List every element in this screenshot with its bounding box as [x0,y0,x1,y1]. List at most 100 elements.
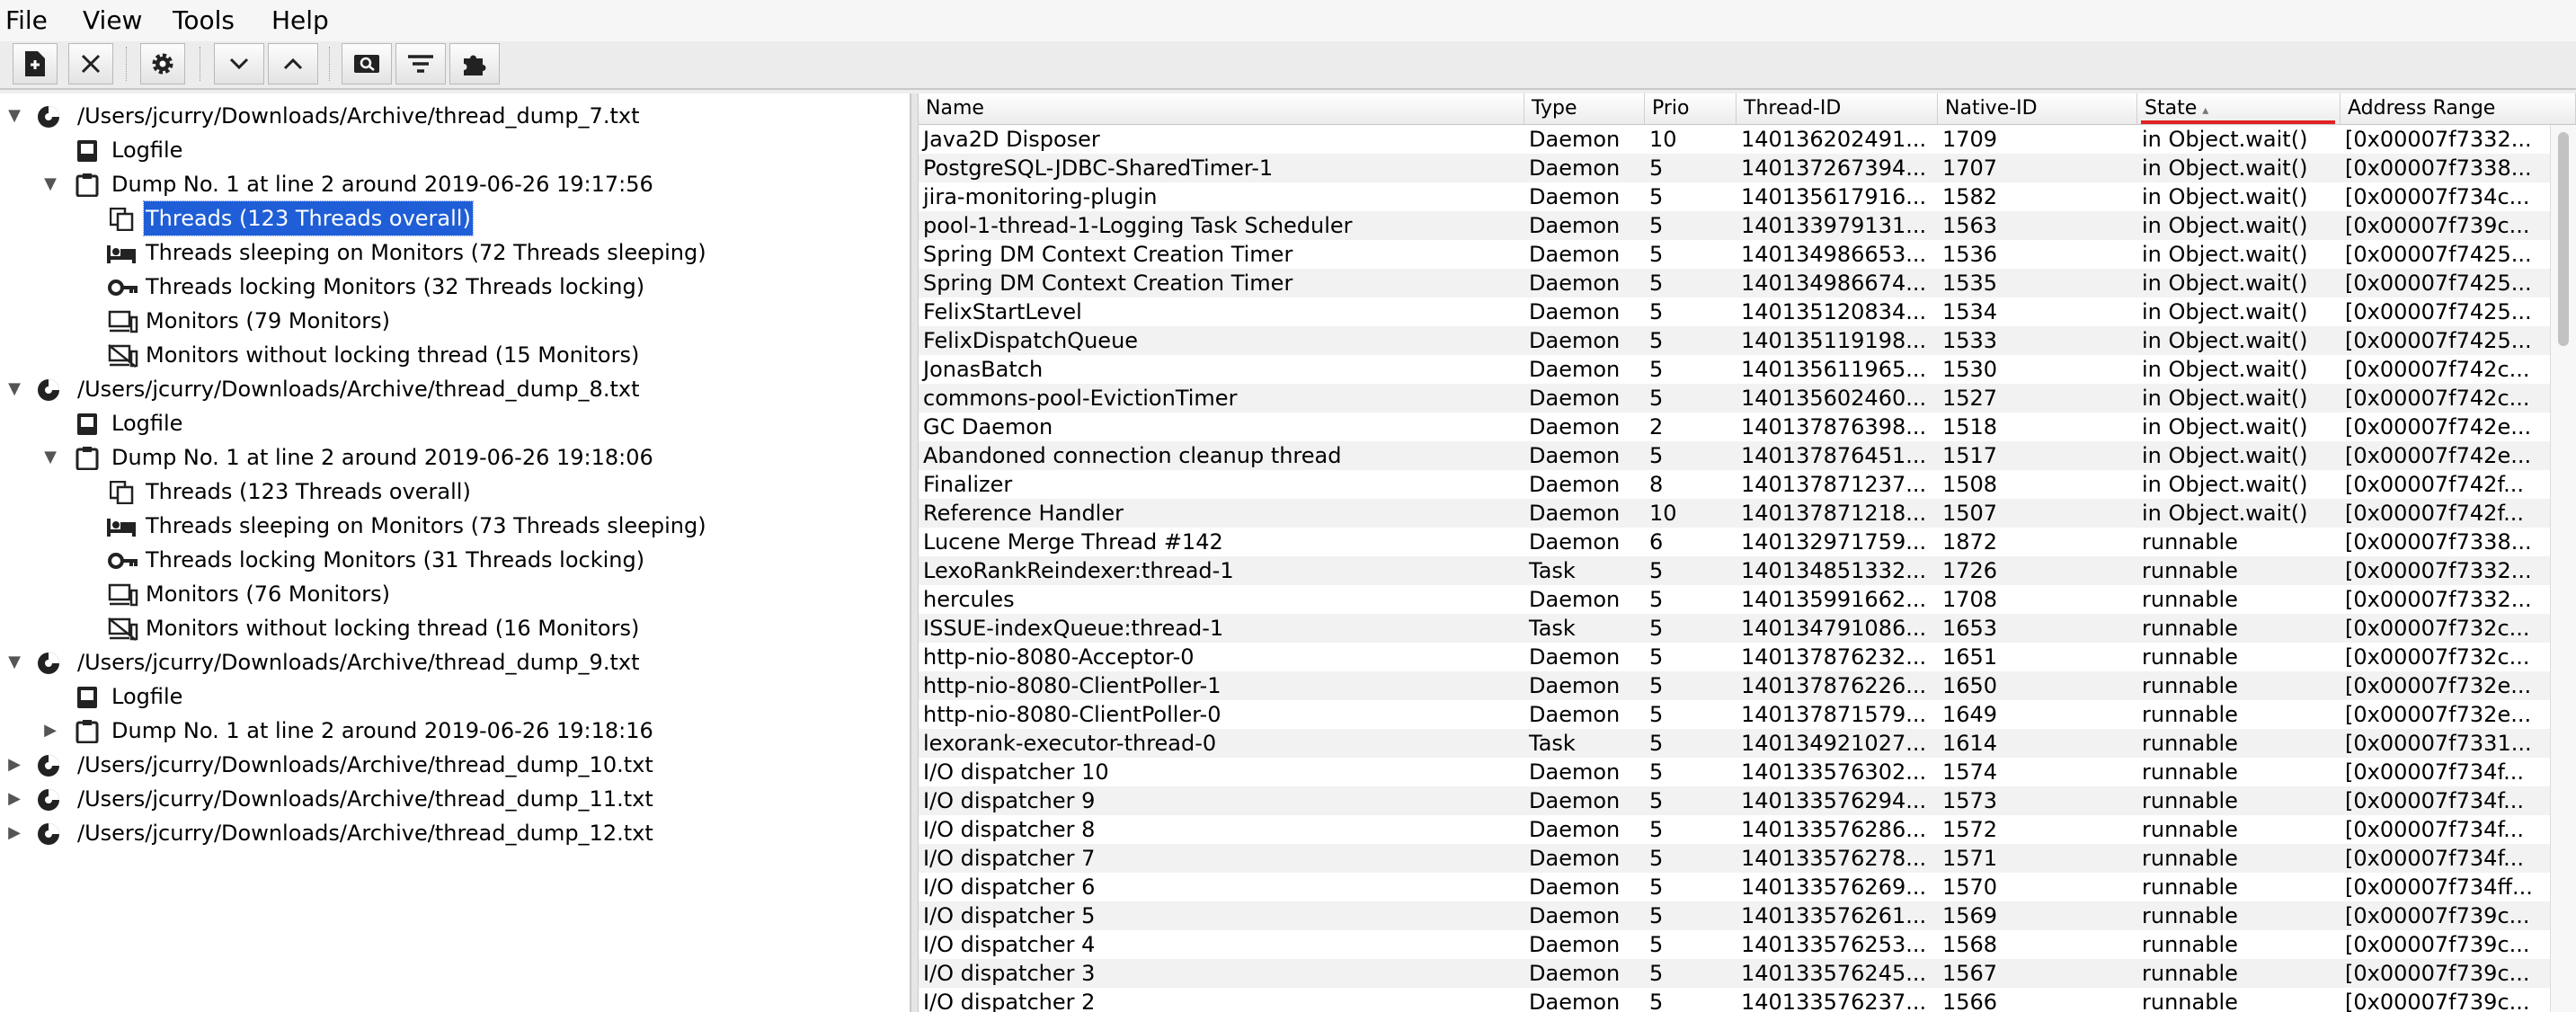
table-row[interactable]: I/O dispatcher 7 Daemon 5 140133576278... 15… [919,844,2550,873]
table-row[interactable]: I/O dispatcher 9 Daemon 5 140133576294... 15… [919,786,2550,815]
table-row[interactable]: http-nio-8080-ClientPoller-0 Daemon 5 14013… [919,700,2550,729]
scrollbar-thumb[interactable] [2558,132,2569,346]
table-row[interactable]: FelixDispatchQueue Daemon 5 140135119198...… [919,326,2550,355]
table-row[interactable]: http-nio-8080-ClientPoller-1 Daemon 5 14013… [919,671,2550,700]
expand-down-button[interactable] [214,43,264,84]
cell-address-range: [0x00007f7425... [2345,242,2532,267]
table-row[interactable]: Finalizer Daemon 8 140137871237... 1508 in Ob… [919,470,2550,499]
column-header-prio[interactable]: Prio [1645,93,1737,124]
table-row[interactable]: FelixStartLevel Daemon 5 140135120834... 153… [919,297,2550,326]
cell-state: in Object.wait() [2142,127,2308,152]
table-row[interactable]: I/O dispatcher 5 Daemon 5 140133576261... 15… [919,901,2550,930]
cell-prio: 5 [1649,271,1664,296]
menu-view[interactable]: View [83,5,142,35]
close-button[interactable] [68,43,113,84]
table-row[interactable]: Spring DM Context Creation Timer Daemon 5 1… [919,240,2550,269]
clipboard-icon [76,719,101,744]
split-pane-divider[interactable] [910,93,919,1012]
plugin-button[interactable] [449,43,500,84]
table-row[interactable]: Java2D Disposer Daemon 10 140136202491... 17… [919,125,2550,154]
cell-thread-id: 140134986674... [1741,271,1927,296]
tree-node-label: /Users/jcurry/Downloads/Archive/thread_d… [77,377,640,402]
monitor-crossed-icon [108,617,138,641]
cell-type: Daemon [1529,529,1621,555]
cell-type: Task [1529,616,1576,641]
table-row[interactable]: I/O dispatcher 8 Daemon 5 140133576286... 15… [919,815,2550,844]
table-row[interactable]: JonasBatch Daemon 5 140135611965... 1530 in O… [919,355,2550,384]
cell-name: I/O dispatcher 6 [923,874,1096,900]
table-row[interactable]: Lucene Merge Thread #142 Daemon 6 140132971… [919,528,2550,556]
table-row[interactable]: hercules Daemon 5 140135991662... 1708 runnab… [919,585,2550,614]
settings-button[interactable] [140,43,185,84]
table-row[interactable]: lexorank-executor-thread-0 Task 5 140134921… [919,729,2550,758]
cell-native-id: 1567 [1942,961,1998,986]
column-header-name[interactable]: Name [919,93,1524,124]
cell-thread-id: 140132971759... [1741,529,1927,555]
sort-ascending-icon: ▴ [2202,103,2209,118]
cell-thread-id: 140133576302... [1741,759,1927,785]
menu-help[interactable]: Help [271,5,329,35]
cell-name: I/O dispatcher 5 [923,903,1096,928]
dump-tree[interactable]: ▼ /Users/jcurry/Downloads/Archive/thread… [0,93,910,1012]
table-row[interactable]: I/O dispatcher 4 Daemon 5 140133576253... 15… [919,930,2550,959]
table-row[interactable]: pool-1-thread-1-Logging Task Scheduler Da… [919,211,2550,240]
expand-toggle[interactable]: ▶ [5,748,23,782]
cell-name: Java2D Disposer [923,127,1100,152]
expand-toggle[interactable]: ▶ [5,782,23,816]
menu-tools[interactable]: Tools [173,5,235,35]
table-row[interactable]: I/O dispatcher 2 Daemon 5 140133576237... 15… [919,988,2550,1012]
logfile-icon [76,685,101,708]
table-row[interactable]: Reference Handler Daemon 10 140137871218...… [919,499,2550,528]
table-row[interactable]: jira-monitoring-plugin Daemon 5 14013561791… [919,182,2550,211]
cell-thread-id: 140134986653... [1741,242,1927,267]
cell-address-range: [0x00007f742c... [2345,386,2530,411]
table-row[interactable]: GC Daemon Daemon 2 140137876398... 1518 in Ob… [919,413,2550,441]
expand-toggle[interactable]: ▼ [5,99,23,133]
expand-toggle[interactable]: ▶ [41,714,59,748]
column-header-state[interactable]: State ▴ [2137,93,2341,124]
bed-icon [106,514,136,537]
expand-toggle[interactable]: ▶ [5,816,23,850]
table-row[interactable]: PostgreSQL-JDBC-SharedTimer-1 Daemon 5 1401… [919,154,2550,182]
cell-name: pool-1-thread-1-Logging Task Scheduler [923,213,1353,238]
open-file-button[interactable] [13,43,58,84]
cell-thread-id: 140135120834... [1741,299,1927,324]
cell-state: runnable [2142,846,2238,871]
cell-thread-id: 140137876398... [1741,414,1927,439]
cell-state: in Object.wait() [2142,501,2308,526]
expand-toggle[interactable]: ▼ [5,372,23,406]
table-row[interactable]: I/O dispatcher 3 Daemon 5 140133576245... 15… [919,959,2550,988]
column-header-address-range[interactable]: Address Range [2341,93,2576,124]
collapse-up-button[interactable] [268,43,318,84]
column-header-type[interactable]: Type [1524,93,1645,124]
cell-thread-id: 140134851332... [1741,558,1927,583]
cell-state: runnable [2142,702,2238,727]
table-row[interactable]: http-nio-8080-Acceptor-0 Daemon 5 140137876… [919,643,2550,671]
table-row[interactable]: Abandoned connection cleanup thread Daemo… [919,441,2550,470]
sort-indicator [2141,120,2335,124]
table-row[interactable]: LexoRankReindexer:thread-1 Task 5 140134851… [919,556,2550,585]
cell-native-id: 1508 [1942,472,1998,497]
cell-type: Daemon [1529,357,1621,382]
table-row[interactable]: Spring DM Context Creation Timer Daemon 5 1… [919,269,2550,297]
cell-type: Daemon [1529,472,1621,497]
table-row[interactable]: commons-pool-EvictionTimer Daemon 5 1401356… [919,384,2550,413]
table-row[interactable]: I/O dispatcher 10 Daemon 5 140133576302... 1… [919,758,2550,786]
find-icon [354,55,379,73]
expand-toggle[interactable]: ▼ [41,167,59,201]
menu-file[interactable]: File [5,5,48,35]
thread-table[interactable]: Name Type Prio Thread-ID Native-ID State… [919,93,2576,1012]
find-button[interactable] [342,43,392,84]
vertical-scrollbar[interactable] [2550,125,2576,1012]
expand-toggle[interactable]: ▼ [41,440,59,475]
filter-button[interactable] [395,43,446,84]
expand-toggle[interactable]: ▼ [5,645,23,679]
column-header-thread-id[interactable]: Thread-ID [1737,93,1938,124]
cell-address-range: [0x00007f7338... [2345,155,2532,181]
cell-state: runnable [2142,932,2238,957]
column-header-native-id[interactable]: Native-ID [1938,93,2137,124]
cell-address-range: [0x00007f739c... [2345,961,2530,986]
cell-address-range: [0x00007f7338... [2345,529,2532,555]
table-row[interactable]: I/O dispatcher 6 Daemon 5 140133576269... 15… [919,873,2550,901]
table-row[interactable]: ISSUE-indexQueue:thread-1 Task 5 1401347910… [919,614,2550,643]
